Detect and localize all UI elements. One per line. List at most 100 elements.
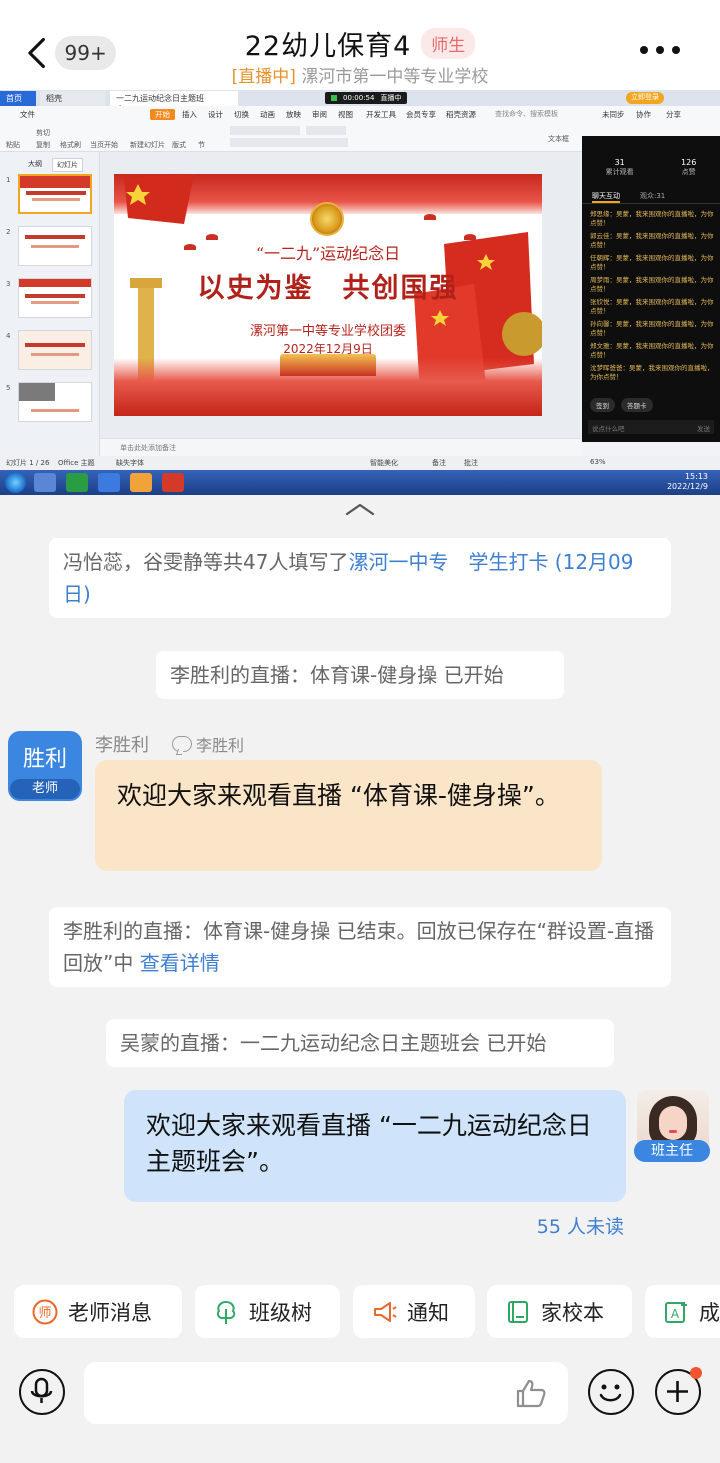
more-options-button[interactable]	[640, 40, 680, 60]
checkin-notice[interactable]: 冯怡蕊，谷雯静等共47人填写了漯河一中专 学生打卡 (12月09日)	[49, 538, 671, 618]
tool-label: 复制	[36, 141, 50, 149]
chip-class-tree[interactable]: 班级树	[195, 1285, 340, 1338]
menu-item: 会员专享	[406, 110, 436, 119]
slide-canvas: “一二九”运动纪念日 以史为鉴 共创国强 漯河第一中等专业学校团委 2022年1…	[100, 152, 582, 468]
menu-item: 动画	[260, 110, 275, 119]
chevron-up-icon	[345, 503, 375, 516]
tool-label: 剪切	[36, 129, 50, 137]
message-bubble[interactable]: 欢迎大家来观看直播 “体育课-健身操”。	[95, 760, 602, 871]
tool-label: 新建幻灯片	[130, 141, 165, 149]
menu-item-active: 开始	[150, 109, 175, 120]
slide-main-title: 以史为鉴 共创国强	[197, 273, 459, 304]
record-icon	[331, 95, 337, 101]
microphone-icon	[30, 1377, 53, 1403]
svg-text:A: A	[671, 1307, 680, 1321]
chip-home-school[interactable]: 家校本	[487, 1285, 632, 1338]
live-message: 郭云佳：吴蒙，我来围观你的直播啦，为你点赞！	[590, 232, 714, 249]
read-receipt[interactable]: 55 人未读	[537, 1212, 624, 1239]
live-message: 周梦雨：吴蒙，我来围观你的直播啦，为你点赞！	[590, 276, 714, 293]
current-slide: “一二九”运动纪念日 以史为鉴 共创国强 漯河第一中等专业学校团委 2022年1…	[114, 174, 542, 416]
chat-bubble-icon	[172, 736, 192, 752]
login-button: 立即登录	[626, 92, 664, 104]
dot-icon	[672, 46, 680, 54]
view-details-link[interactable]: 查看详情	[140, 951, 220, 975]
menu-item: 开发工具	[366, 110, 396, 119]
gate-illustration	[280, 354, 376, 376]
chip-label: 老师消息	[68, 1300, 152, 1325]
beautify-label: 智能美化	[370, 459, 398, 467]
menu-item: 未同步	[602, 110, 625, 119]
tab-audience: 观众:31	[640, 192, 666, 200]
menu-item: 文件	[20, 110, 35, 119]
notes-label: 备注	[432, 459, 446, 467]
input-bar	[0, 1345, 720, 1463]
grade-icon: A	[665, 1301, 687, 1323]
quick-action-bar: 师 老师消息 班级树 通知 家校本 A 成	[0, 1285, 720, 1338]
smiley-icon	[599, 1384, 622, 1402]
live-end-notice[interactable]: 李胜利的直播：体育课-健身操 已结束。回放已保存在“群设置-直播回放”中 查看详…	[49, 907, 671, 987]
ribbon-search: 查找命令、搜索模板	[495, 110, 558, 118]
menu-item: 稻壳资源	[446, 110, 476, 119]
tool-label: 格式刷	[60, 141, 81, 149]
chip-label: 通知	[407, 1300, 449, 1325]
live-subtitle[interactable]: [直播中] 漯河市第一中等专业学校	[0, 62, 720, 87]
windows-start-icon	[5, 472, 26, 493]
slide-number: 1	[6, 176, 11, 184]
teacher-icon: 师	[32, 1299, 58, 1324]
message-input[interactable]	[84, 1362, 568, 1424]
menu-item: 切换	[234, 110, 249, 119]
menu-item: 放映	[286, 110, 301, 119]
slide-subtitle: “一二九”运动纪念日	[255, 244, 401, 263]
party-emblem-icon	[310, 202, 344, 236]
slide-thumbnail	[18, 278, 92, 318]
thumbs-up-icon[interactable]	[514, 1377, 548, 1409]
menu-item: 协作	[636, 110, 651, 119]
role-badge: 班主任	[634, 1140, 710, 1162]
tab-chat: 聊天互动	[592, 191, 620, 203]
sender-name: 李胜利	[95, 735, 149, 756]
wps-icon	[162, 473, 184, 492]
slide-thumbnail	[18, 382, 92, 422]
live-stream-view[interactable]: 首页 稻壳 一二九运动纪念日主题班会.pptx 00:00:54 直播中 立即登…	[0, 90, 720, 495]
missing-font: 缺失字体	[116, 459, 144, 467]
tab-docer: 稻壳	[40, 91, 105, 106]
megaphone-icon	[374, 1301, 397, 1322]
live-message: 郑文雅：吴蒙，我来围观你的直播啦，为你点赞！	[590, 342, 714, 359]
app-icon	[98, 473, 120, 492]
live-status-label: [直播中]	[231, 67, 296, 87]
voice-button[interactable]	[19, 1369, 65, 1415]
checkin-button: 签到	[590, 398, 615, 412]
my-message-bubble[interactable]: 欢迎大家来观看直播 “一二九运动纪念日主题班会”。	[124, 1090, 626, 1202]
live-message: 孙向馨：吴蒙，我来围观你的直播啦，为你点赞！	[590, 320, 714, 337]
notes-bar: 单击此处添加备注	[100, 438, 582, 456]
emoji-button[interactable]	[588, 1369, 634, 1415]
browser-tabbar: 首页 稻壳 一二九运动纪念日主题班会.pptx 00:00:54 直播中 立即登…	[0, 90, 720, 114]
tree-icon	[216, 1300, 236, 1324]
live-message: 郑思缘：吴蒙，我来围观你的直播啦，为你点赞！	[590, 210, 714, 227]
status-bar: 幻灯片 1 / 26 Office 主题 缺失字体 智能美化 备注 批注 63%	[0, 456, 720, 470]
chat-header: 99+ 22幼儿保育4 师生 [直播中] 漯河市第一中等专业学校	[0, 0, 720, 90]
collapse-stream-button[interactable]	[0, 495, 720, 523]
tool-label: 粘贴	[6, 141, 20, 149]
answer-card-button: 答题卡	[621, 398, 653, 412]
windows-taskbar: 15:13 2022/12/9	[0, 470, 720, 495]
role-tag: 师生	[421, 28, 476, 59]
live-message: 张欣悦：吴蒙，我来围观你的直播啦，为你点赞！	[590, 298, 714, 315]
chip-notice[interactable]: 通知	[353, 1285, 475, 1338]
app-icon	[130, 473, 152, 492]
slide-thumbnail	[18, 330, 92, 370]
tool-label: 节	[198, 141, 205, 149]
live-chat-input: 说点什么吧	[588, 420, 714, 434]
avatar-role-tag: 老师	[10, 779, 80, 799]
notebook-icon	[508, 1300, 528, 1323]
chip-grades[interactable]: A 成	[645, 1285, 720, 1338]
checkin-text: 冯怡蕊，谷雯静等共47人填写了	[63, 550, 349, 574]
menu-item: 插入	[182, 110, 197, 119]
chip-teacher-messages[interactable]: 师 老师消息	[14, 1285, 182, 1338]
tab-document: 一二九运动纪念日主题班会.pptx	[110, 91, 238, 114]
avatar[interactable]: 胜利 老师	[8, 731, 82, 801]
chip-label: 家校本	[541, 1300, 604, 1325]
tool-label: 版式	[172, 141, 186, 149]
slide-number: 5	[6, 384, 11, 392]
chip-label: 成	[699, 1300, 720, 1325]
